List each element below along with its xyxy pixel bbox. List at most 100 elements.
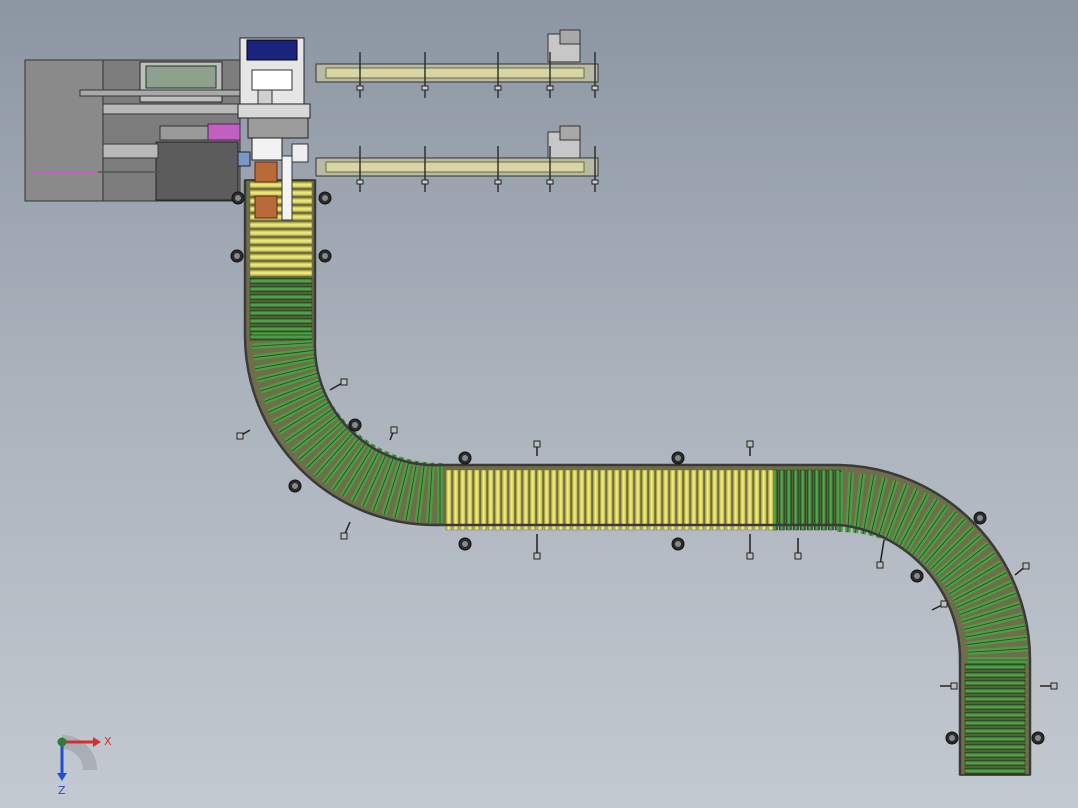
sensor-head bbox=[950, 682, 958, 690]
roller-yellow bbox=[249, 253, 313, 261]
roller-yellow bbox=[249, 269, 313, 277]
roller-yellow bbox=[522, 469, 529, 531]
roller-green bbox=[964, 703, 1026, 711]
roller-green bbox=[792, 469, 799, 531]
support-foot-hub bbox=[322, 253, 328, 259]
support-foot-hub bbox=[1035, 735, 1041, 741]
roller-green bbox=[820, 469, 827, 531]
roller-green bbox=[799, 469, 806, 531]
roller-green bbox=[249, 285, 313, 293]
sensor-head bbox=[533, 440, 541, 448]
roller-green bbox=[964, 767, 1026, 775]
roller-yellow bbox=[599, 469, 606, 531]
roller-yellow bbox=[627, 469, 634, 531]
roller-yellow bbox=[718, 469, 725, 531]
roller-green bbox=[249, 301, 313, 309]
support-foot-hub bbox=[949, 735, 955, 741]
leg-clamp bbox=[591, 179, 599, 185]
leg-clamp bbox=[494, 85, 502, 91]
roller-green bbox=[827, 469, 834, 531]
roller-yellow bbox=[655, 469, 662, 531]
sensor-head bbox=[794, 552, 802, 560]
roller-yellow bbox=[494, 469, 501, 531]
sensor-head bbox=[236, 432, 244, 440]
hood-blue-cover bbox=[246, 39, 298, 61]
roller-yellow bbox=[249, 221, 313, 229]
roller-yellow bbox=[578, 469, 585, 531]
support-foot-hub bbox=[675, 455, 681, 461]
axis-y-origin bbox=[57, 737, 67, 747]
sensor-head bbox=[340, 378, 348, 386]
machine-rail bbox=[79, 89, 241, 97]
product-box-2 bbox=[254, 195, 278, 219]
roller-yellow bbox=[725, 469, 732, 531]
roller-yellow bbox=[249, 189, 313, 197]
leg-clamp bbox=[356, 179, 364, 185]
machine-dark-block bbox=[155, 141, 239, 201]
leg-clamp bbox=[356, 85, 364, 91]
roller-green bbox=[964, 695, 1026, 703]
roller-yellow bbox=[249, 181, 313, 189]
roller-green bbox=[964, 679, 1026, 687]
roller-yellow bbox=[613, 469, 620, 531]
roller-yellow bbox=[669, 469, 676, 531]
roller-green bbox=[964, 751, 1026, 759]
roller-green bbox=[964, 727, 1026, 735]
roller-green bbox=[964, 743, 1026, 751]
roller-yellow bbox=[753, 469, 760, 531]
roller-yellow bbox=[648, 469, 655, 531]
cad-viewport[interactable]: X Z bbox=[0, 0, 1078, 808]
support-foot-hub bbox=[914, 573, 920, 579]
roller-yellow bbox=[473, 469, 480, 531]
roller-green bbox=[813, 469, 820, 531]
machine-rail-3 bbox=[102, 143, 159, 159]
roller-yellow bbox=[459, 469, 466, 531]
roller-green bbox=[249, 293, 313, 301]
leg-clamp bbox=[546, 85, 554, 91]
axis-x-label: X bbox=[104, 735, 112, 748]
sensor-head bbox=[746, 440, 754, 448]
support-foot-hub bbox=[675, 541, 681, 547]
roller-yellow bbox=[746, 469, 753, 531]
support-foot-hub bbox=[235, 195, 241, 201]
upper-conveyor-2 bbox=[315, 125, 599, 177]
support-foot-hub bbox=[322, 195, 328, 201]
roller-yellow bbox=[711, 469, 718, 531]
leg-clamp bbox=[494, 179, 502, 185]
roller-yellow bbox=[641, 469, 648, 531]
roller-yellow bbox=[739, 469, 746, 531]
upper-conveyor-1 bbox=[315, 29, 599, 83]
support-foot-hub bbox=[462, 541, 468, 547]
roller-yellow bbox=[690, 469, 697, 531]
sensor-head bbox=[940, 600, 948, 608]
roller-yellow bbox=[760, 469, 767, 531]
roller-yellow bbox=[697, 469, 704, 531]
leg-clamp bbox=[421, 85, 429, 91]
roller-yellow bbox=[585, 469, 592, 531]
roller-yellow bbox=[683, 469, 690, 531]
roller-green bbox=[249, 325, 313, 333]
roller-yellow bbox=[480, 469, 487, 531]
roller-yellow bbox=[676, 469, 683, 531]
roller-yellow bbox=[543, 469, 550, 531]
roller-yellow bbox=[557, 469, 564, 531]
roller-yellow bbox=[732, 469, 739, 531]
roller-green bbox=[964, 735, 1026, 743]
machine-top-inner bbox=[145, 65, 217, 89]
leg-clamp bbox=[421, 179, 429, 185]
sensor-head bbox=[746, 552, 754, 560]
sensor-head bbox=[876, 561, 884, 569]
roller-green bbox=[964, 711, 1026, 719]
roller-yellow bbox=[249, 229, 313, 237]
roller-yellow bbox=[529, 469, 536, 531]
roller-green bbox=[778, 469, 785, 531]
roller-green bbox=[964, 719, 1026, 727]
sensor-head bbox=[1022, 562, 1030, 570]
support-foot-hub bbox=[977, 515, 983, 521]
roller-green bbox=[964, 759, 1026, 767]
leg-clamp bbox=[591, 85, 599, 91]
roller-yellow bbox=[536, 469, 543, 531]
roller-yellow bbox=[662, 469, 669, 531]
roller-green bbox=[249, 317, 313, 325]
roller-yellow bbox=[452, 469, 459, 531]
